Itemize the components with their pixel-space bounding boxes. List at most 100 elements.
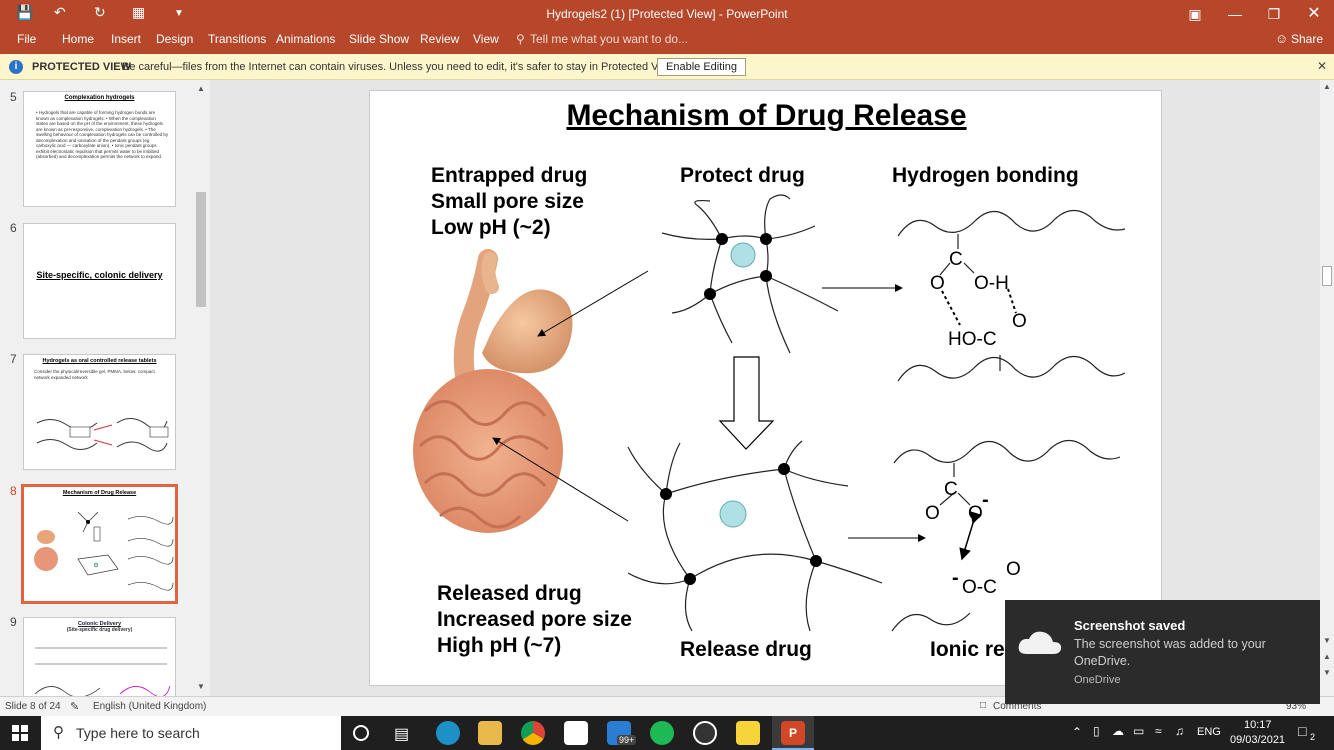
slide-counter: Slide 8 of 24 (5, 701, 61, 712)
tell-me-search[interactable]: Tell me what you want to do... (530, 32, 688, 46)
thumb-number: 5 (10, 90, 17, 104)
ribbon-tabs: File Home Insert Design Transitions Anim… (0, 28, 1334, 54)
chem-minus-top: - (982, 489, 989, 511)
notification-count: 2 (1310, 732, 1316, 742)
slide-thumbnail-9[interactable]: Colonic Delivery (Site-specific drug del… (23, 617, 176, 697)
chem-o-bottom1: O (925, 503, 940, 524)
maximize-button[interactable]: ❐ (1257, 3, 1291, 25)
protected-view-message: Be careful—files from the Internet can c… (122, 61, 678, 73)
scroll-thumb[interactable] (1322, 266, 1332, 286)
mail-badge: 99+ (617, 735, 637, 745)
info-shield-icon: i (9, 60, 23, 74)
chem-o-bottom3: O (1006, 559, 1021, 580)
slide-thumbnail-8[interactable]: Mechanism of Drug Release (21, 484, 178, 604)
onedrive-cloud-icon[interactable]: ☁ (1112, 724, 1124, 738)
thumb-diagram (34, 647, 171, 696)
chem-o-top: O (930, 273, 945, 294)
chevron-up-icon[interactable]: ⌃ (1072, 725, 1082, 739)
search-icon: ⚲ (53, 724, 64, 741)
close-icon[interactable]: ✕ (1317, 59, 1327, 73)
chem-o-bottom2: O (968, 503, 983, 524)
chrome-icon[interactable] (521, 721, 545, 745)
sticky-notes-icon[interactable] (736, 721, 760, 745)
toast-title: Screenshot saved (1074, 618, 1186, 633)
thumb-title: Hydrogels as oral controlled release tab… (42, 358, 157, 364)
ribbon-display-options-icon[interactable]: ▣ (1178, 3, 1212, 25)
store-icon[interactable] (564, 721, 588, 745)
powerpoint-taskbar-button[interactable]: P (772, 716, 814, 750)
device-icon[interactable]: ▯ (1093, 724, 1100, 738)
thumbnail-scrollbar[interactable]: ▲ ▼ (194, 82, 208, 694)
slide-thumbnail-pane: 5 Complexation hydrogels • Hydrogels tha… (0, 80, 210, 697)
scroll-up-icon[interactable]: ▲ (197, 84, 205, 93)
slide-8[interactable]: Mechanism of Drug Release Entrapped drug… (369, 90, 1162, 686)
volume-icon[interactable]: ♫ (1175, 724, 1184, 738)
next-slide-icon[interactable]: ▼ (1323, 668, 1331, 677)
expanded-network (627, 440, 883, 632)
tab-transitions[interactable]: Transitions (208, 32, 266, 46)
chem-oc: O-C (962, 577, 997, 598)
cortana-icon[interactable] (353, 725, 369, 741)
tab-home[interactable]: Home (62, 32, 94, 46)
slide-thumbnail-6[interactable]: Site-specific, colonic delivery (23, 223, 176, 339)
windows-start-icon[interactable] (12, 725, 28, 741)
search-placeholder: Type here to search (76, 725, 200, 741)
thumb-text: (Site-specific drug delivery) (66, 627, 133, 633)
scroll-down-icon[interactable]: ▼ (197, 682, 205, 691)
onedrive-toast[interactable]: Screenshot saved The screenshot was adde… (1005, 600, 1320, 704)
scroll-thumb[interactable] (196, 192, 206, 307)
language-indicator[interactable]: English (United Kingdom) (93, 701, 206, 712)
share-button[interactable]: Share (1291, 32, 1323, 46)
window-title: Hydrogels2 (1) [Protected View] - PowerP… (546, 7, 788, 21)
tab-review[interactable]: Review (420, 32, 459, 46)
transition-arrow (718, 356, 775, 450)
tab-design[interactable]: Design (156, 32, 193, 46)
minimize-button[interactable]: — (1218, 3, 1252, 25)
wifi-icon[interactable]: ≈ (1155, 724, 1162, 738)
thumb-diagram (34, 511, 174, 591)
previous-slide-icon[interactable]: ▲ (1323, 652, 1331, 661)
file-explorer-icon[interactable] (478, 721, 502, 745)
tab-insert[interactable]: Insert (111, 32, 141, 46)
battery-icon[interactable]: ▭ (1133, 724, 1144, 738)
thumb-number: 8 (10, 484, 17, 498)
language-indicator[interactable]: ENG (1197, 726, 1221, 738)
onedrive-cloud-icon (1018, 631, 1062, 654)
title-bar: 💾 ↶ ↻ ▦ ▼ Hydrogels2 (1) [Protected View… (0, 0, 1334, 28)
spell-check-icon[interactable]: ✎ (70, 700, 79, 713)
clock-time[interactable]: 10:17 (1244, 719, 1272, 731)
tab-slide-show[interactable]: Slide Show (349, 32, 409, 46)
chem-o-top2: O (1012, 311, 1027, 332)
slide-thumbnail-5[interactable]: Complexation hydrogels • Hydrogels that … (23, 91, 176, 207)
lightbulb-icon: ⚲ (516, 32, 525, 46)
tab-animations[interactable]: Animations (276, 32, 335, 46)
windows-taskbar: ⚲ Type here to search ▤ 99+ P ⌃ ▯ ☁ ▭ ≈ … (0, 716, 1334, 750)
thumb-number: 7 (10, 352, 17, 366)
chem-oh: O-H (974, 273, 1009, 294)
taskbar-search-box[interactable]: ⚲ Type here to search (41, 716, 341, 750)
enable-editing-button[interactable]: Enable Editing (657, 58, 746, 76)
thumb-title: Mechanism of Drug Release (62, 490, 137, 496)
stomach-intestine-image (413, 249, 573, 533)
clock-date[interactable]: 09/03/2021 (1230, 734, 1285, 746)
edge-icon[interactable] (436, 721, 460, 745)
slide-thumbnail-7[interactable]: Hydrogels as oral controlled release tab… (23, 354, 176, 470)
protected-view-title: PROTECTED VIEW (32, 61, 132, 73)
chem-minus-bottom: - (952, 567, 959, 589)
scroll-up-icon[interactable]: ▲ (1323, 82, 1331, 91)
chem-c-bottom: C (944, 479, 958, 500)
scroll-down-icon[interactable]: ▼ (1323, 636, 1331, 645)
thumb-text: • Hydrogels that are capable of forming … (36, 110, 169, 159)
tab-file[interactable]: File (17, 32, 36, 46)
comment-icon: □ (980, 700, 987, 711)
thumb-text: Consider the physical/reversible gel, PM… (34, 369, 155, 380)
notification-center-icon[interactable]: □ (1298, 723, 1306, 739)
slide-scrollbar[interactable]: ▲ ▼ ▲ ▼ (1320, 80, 1334, 696)
tab-view[interactable]: View (473, 32, 499, 46)
dell-icon[interactable] (693, 721, 717, 745)
share-person-icon: ☺ (1275, 31, 1289, 46)
spotify-icon[interactable] (650, 721, 674, 745)
task-view-icon[interactable]: ▤ (394, 724, 409, 744)
close-button[interactable]: ✕ (1297, 3, 1331, 25)
thumb-number: 9 (10, 615, 17, 629)
